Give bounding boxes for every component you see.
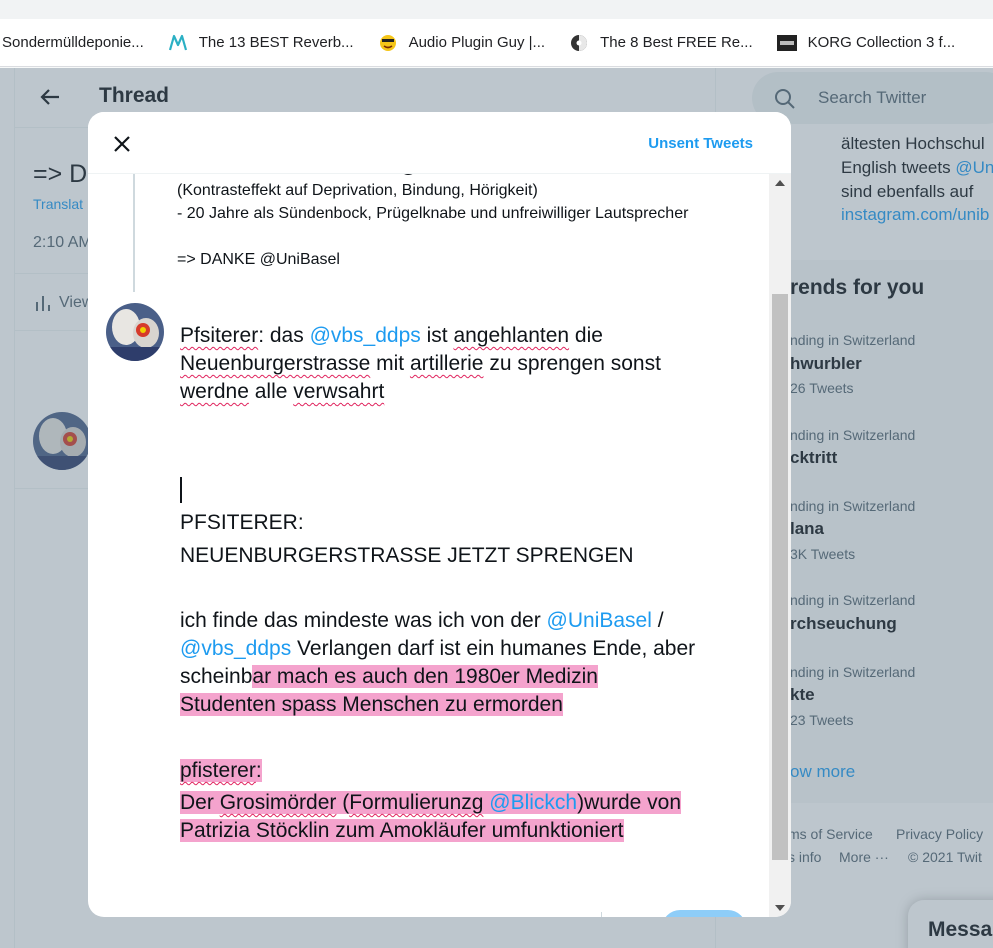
compose-line[interactable]: PFSITERER:: [180, 509, 304, 537]
compose-line[interactable]: pfisterer:: [180, 757, 262, 785]
modal-scrollbar[interactable]: [769, 174, 791, 917]
compose-line[interactable]: ich finde das mindeste was ich von der @…: [180, 607, 664, 635]
bookmark-label: The 13 BEST Reverb...: [198, 34, 354, 51]
browser-top-strip: [0, 0, 993, 19]
bookmark-label: Audio Plugin Guy |...: [408, 34, 546, 51]
mention[interactable]: @vbs_ddps: [180, 637, 291, 660]
mention[interactable]: @UniBasel: [547, 609, 652, 632]
half-circle-icon: [569, 33, 589, 53]
misspelled-word[interactable]: angehlanten: [453, 324, 569, 347]
misspelled-word[interactable]: Grosimörder: [220, 791, 337, 814]
over-limit-highlight: Studenten spass Menschen zu ermorden: [180, 693, 563, 716]
bookmark-label: The 8 Best FREE Re...: [600, 34, 753, 51]
modal-header: Unsent Tweets: [88, 112, 791, 174]
bookmark-label: KORG Collection 3 f...: [807, 34, 956, 51]
compose-line[interactable]: Neuenburgerstrasse mit artillerie zu spr…: [180, 350, 661, 378]
compose-line[interactable]: werdne alle verwsahrt: [180, 378, 384, 406]
compose-line[interactable]: scheinbar mach es auch den 1980er Medizi…: [180, 663, 598, 691]
close-icon: [114, 136, 130, 152]
scroll-up-arrow-icon[interactable]: [775, 180, 785, 186]
bookmark-audio-plugin-guy[interactable]: Audio Plugin Guy |...: [368, 19, 559, 66]
misspelled-word[interactable]: Formulierunzg: [349, 791, 483, 814]
compose-line[interactable]: Patrizia Stöcklin zum Amokläufer umfunkt…: [180, 817, 624, 845]
over-limit-highlight: ar mach es auch den 1980er Medizin: [252, 665, 598, 688]
compose-line[interactable]: Der Grosimörder (Formulierunzg @Blickch)…: [180, 789, 682, 817]
compose-line[interactable]: NEUENBURGERSTRASSE JETZT SPRENGEN: [180, 542, 634, 570]
previous-tweet-line: - 20 Jahre als Sündenbock, Prügelknabe u…: [177, 205, 689, 222]
misspelled-word[interactable]: Pfsiterer: [180, 324, 258, 347]
bookmarks-bar: Sondermülldeponie... The 13 BEST Reverb.…: [0, 19, 993, 67]
mention[interactable]: @vbs_ddps: [310, 324, 421, 347]
tweet-button[interactable]: [662, 910, 746, 917]
previous-tweet-line: => DANKE @UniBasel: [177, 251, 340, 268]
misspelled-word[interactable]: pfisterer: [180, 759, 256, 782]
emoji-face-icon: [378, 33, 398, 53]
bookmark-label: Sondermülldeponie...: [2, 34, 144, 51]
thread-connector-line: [133, 174, 135, 292]
scroll-down-arrow-icon[interactable]: [775, 905, 785, 911]
bookmark-sondermuell[interactable]: Sondermülldeponie...: [0, 19, 158, 66]
unsent-tweets-button[interactable]: Unsent Tweets: [648, 135, 753, 152]
compose-line[interactable]: Pfsiterer: das @vbs_ddps ist angehlanten…: [180, 322, 603, 350]
compose-modal: Unsent Tweets Wahr Leben mit Studuine Li…: [88, 112, 791, 917]
m-logo-icon: [168, 33, 188, 53]
compose-line[interactable]: @vbs_ddps Verlangen darf ist ein humanes…: [180, 635, 695, 663]
over-limit-highlight: pfisterer:: [180, 759, 262, 782]
text-cursor: [180, 477, 182, 503]
avatar: [106, 303, 164, 361]
misspelled-word[interactable]: verwsahrt: [293, 380, 384, 403]
divider: [601, 912, 602, 917]
compose-line[interactable]: Studenten spass Menschen zu ermorden: [180, 691, 563, 719]
bookmark-korg[interactable]: KORG Collection 3 f...: [767, 19, 970, 66]
close-button[interactable]: [104, 126, 140, 162]
misspelled-word[interactable]: Neuenburgerstrasse: [180, 352, 370, 375]
over-limit-highlight: Patrizia Stöcklin zum Amokläufer umfunkt…: [180, 819, 624, 842]
bookmark-reverb[interactable]: The 13 BEST Reverb...: [158, 19, 368, 66]
over-limit-highlight: Der Grosimörder (Formulierunzg @Blickch)…: [180, 791, 682, 814]
mention[interactable]: @Blickch: [489, 791, 577, 814]
bookmark-free-reverb[interactable]: The 8 Best FREE Re...: [559, 19, 767, 66]
korg-logo-icon: [776, 33, 797, 53]
previous-tweet-line: (Kontrasteffekt auf Deprivation, Bindung…: [177, 182, 538, 199]
misspelled-word[interactable]: artillerie: [410, 352, 484, 375]
misspelled-word[interactable]: werdne: [180, 380, 249, 403]
scrollbar-thumb[interactable]: [772, 294, 788, 860]
